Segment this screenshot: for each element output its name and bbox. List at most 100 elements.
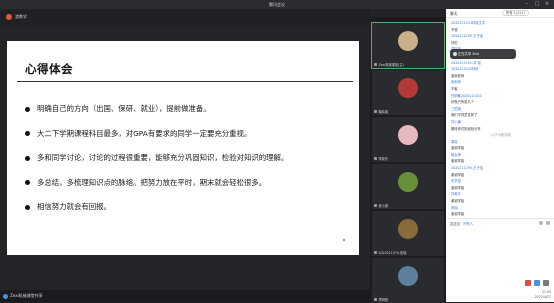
chat-header: 聊天 所有人(251) [446, 9, 554, 18]
participant-name: 鞠婧维 [378, 110, 389, 114]
slide-bullet-list: 明确自己的方向（出国、保研、就业），提前做准备。 大二下学期课程科目最多，对GP… [24, 104, 354, 227]
chat-message: 谢谢学姐 [451, 146, 465, 151]
participant-tile[interactable]: 2020211579-伯瑞 [372, 211, 444, 256]
camera-status[interactable]: Zexi机械课堂共享 [3, 293, 43, 299]
participant-name-row: 吴小唐 [374, 203, 388, 208]
chat-message: 谢谢学姐 [451, 159, 465, 164]
slide-bullet: 多总结，多梳理知识点的脉络。把努力放在平时，期末就会轻松很多。 [24, 178, 354, 203]
chat-sender: 刘小楠 [451, 119, 461, 124]
chat-message: 期待你们的经验分享 [451, 126, 481, 131]
file-icon[interactable] [546, 221, 550, 225]
bottom-bar: Zexi机械课堂共享 [0, 290, 370, 302]
participant-name-row: 鞠婧维 [374, 109, 388, 114]
chat-message: 不客 [451, 86, 458, 91]
title-bar: 腾讯会议 – □ × [0, 0, 554, 9]
slide-divider [17, 81, 353, 82]
meeting-window: 腾讯会议 – □ × 渣数学 心得体会 明确自己的方向（出国、保研、就业），提前… [0, 0, 554, 303]
window-title: 腾讯会议 [269, 2, 285, 7]
participant-tile[interactable]: 鞠婧维 [372, 70, 444, 115]
chat-message: 谢谢学姐 [451, 185, 465, 190]
participant-name-row: 2020211579-伯瑞 [374, 250, 406, 255]
tray-app-icon[interactable] [543, 280, 549, 286]
slide-marker [343, 239, 345, 241]
chat-sender: 2020211295-王子浩 [451, 34, 484, 39]
share-toast: 正在共享 Zexi [450, 49, 516, 59]
chat-sender: 三国演 [451, 106, 461, 111]
chat-divider: 以下为新消息 [491, 133, 511, 138]
participant-tile[interactable]: Zexi机械课室(主) [371, 22, 445, 69]
participant-avatar [398, 219, 418, 239]
mic-icon [374, 298, 377, 301]
chat-message: 谢谢学姐 [451, 172, 465, 177]
chat-sender: 安学姐 [451, 179, 461, 184]
emoji-icon[interactable] [539, 221, 543, 225]
participant-avatar [398, 31, 418, 51]
camera-icon [3, 293, 8, 299]
mic-icon [374, 63, 377, 66]
chat-sender: 2020211535林依 [451, 67, 479, 72]
slide-bullet: 明确自己的方向（出国、保研、就业），提前做准备。 [24, 104, 354, 129]
participant-tile[interactable]: 吴小唐 [372, 164, 444, 209]
participant-name: 李昊东 [378, 157, 389, 161]
slide-bullet: 相信努力就会有回报。 [24, 202, 354, 227]
chat-sender: 2020211551-邓 铭 [451, 60, 481, 65]
chat-message: 好像只有前几个 [451, 100, 475, 105]
clock-date: 2022/4/27 [534, 294, 551, 299]
presenter-name: 渣数学 [15, 14, 27, 19]
mic-icon [374, 110, 377, 113]
chat-message: 谢谢学姐 [451, 199, 465, 204]
chat-message: 好的 [451, 40, 458, 45]
chat-sender: 2020211295-王子浩 [451, 166, 484, 171]
taskbar-clock: 21:03 2022/4/27 [535, 290, 551, 299]
send-to-value[interactable]: 所有人 [463, 222, 473, 226]
chat-tools [539, 221, 550, 225]
participant-tile[interactable]: 李明阳 [372, 258, 444, 303]
toast-text: 正在共享 Zexi [458, 52, 480, 56]
chat-sender: 2020211534林晓文字 [451, 21, 486, 25]
chat-sender: 刘美东 [451, 192, 461, 197]
tray-app-icon[interactable] [525, 280, 531, 286]
presenter-indicator: 渣数学 [6, 14, 27, 20]
mic-icon [374, 251, 377, 254]
chat-sender: 周晓 [451, 139, 458, 144]
chat-sender: 张晓 [451, 205, 458, 210]
participant-name: 吴小唐 [378, 204, 389, 208]
chat-sender: 张雨婷 [451, 80, 461, 85]
shared-slide: 心得体会 明确自己的方向（出国、保研、就业），提前做准备。 大二下学期课程科目最… [7, 41, 359, 255]
participant-name-row: 李昊东 [374, 156, 388, 161]
maximize-icon[interactable]: □ [532, 0, 542, 9]
participant-avatar [398, 172, 418, 192]
chat-recipient-pill[interactable]: 所有人(251) [502, 10, 529, 16]
send-to-row[interactable]: 发送至：所有人 [450, 221, 473, 226]
participant-name: 2020211579-伯瑞 [378, 251, 407, 255]
chat-message: 谢谢学姐 [451, 212, 465, 217]
mic-icon [374, 204, 377, 207]
system-tray [525, 280, 549, 286]
mic-icon [374, 157, 377, 160]
chat-message: 我们不同意这样了 [451, 113, 478, 118]
slide-bullet: 多和同学讨论，讨论的过程很重要，能够充分巩固知识，检验对知识的理解。 [24, 153, 354, 178]
participant-tile[interactable]: 李昊东 [372, 117, 444, 162]
presenter-dot-icon [6, 14, 12, 20]
slide-bullet: 大二下学期课程科目最多，对GPA有要求的同学一定要充分重视。 [24, 129, 354, 154]
participant-name-row: 李明阳 [374, 297, 388, 302]
close-icon[interactable]: × [542, 0, 552, 9]
share-icon [453, 52, 457, 56]
send-to-label: 发送至： [450, 222, 464, 226]
share-header: 渣数学 [0, 9, 370, 26]
chat-message: 不想 [451, 27, 458, 32]
chat-sender: 任明敏2020211051 [451, 93, 482, 98]
participant-name-row: Zexi机械课室(主) [374, 62, 404, 67]
chat-input-area[interactable]: 发送至：所有人 21:03 2022/4/27 [446, 218, 554, 302]
participant-avatar [398, 125, 418, 145]
participant-name: Zexi机械课室(主) [378, 63, 404, 67]
slide-title: 心得体会 [25, 62, 73, 76]
chat-message: 谢谢老师 [451, 73, 465, 78]
participant-avatar [398, 78, 418, 98]
camera-label: Zexi机械课堂共享 [10, 293, 43, 298]
participant-avatar [398, 266, 418, 286]
tray-app-icon[interactable] [534, 280, 540, 286]
minimize-icon[interactable]: – [522, 0, 532, 9]
participant-name: 李明阳 [378, 298, 389, 302]
chat-title: 聊天 [450, 11, 458, 16]
